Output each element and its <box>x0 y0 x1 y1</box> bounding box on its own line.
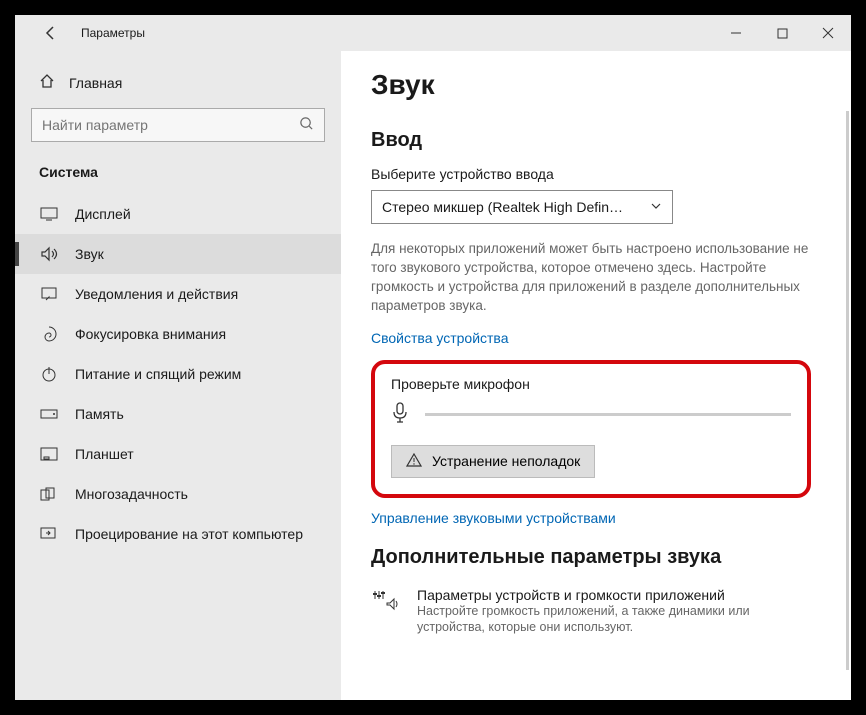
page-title: Звук <box>371 69 811 101</box>
sidebar-item-power[interactable]: Питание и спящий режим <box>15 354 341 394</box>
multitask-icon <box>39 487 59 501</box>
search-box[interactable] <box>31 108 325 142</box>
nav-label: Планшет <box>75 446 134 462</box>
back-button[interactable] <box>37 19 65 47</box>
category-label: Система <box>15 156 341 194</box>
sidebar-item-project[interactable]: Проецирование на этот компьютер <box>15 514 341 554</box>
device-properties-link[interactable]: Свойства устройства <box>371 330 811 346</box>
content-pane: Звук Ввод Выберите устройство ввода Стер… <box>341 51 851 700</box>
choose-device-label: Выберите устройство ввода <box>371 166 811 182</box>
helper-text: Для некоторых приложений может быть наст… <box>371 240 811 316</box>
input-section-title: Ввод <box>371 129 811 152</box>
sidebar-item-focus[interactable]: Фокусировка внимания <box>15 314 341 354</box>
adv-item-title: Параметры устройств и громкости приложен… <box>417 587 797 603</box>
sidebar: Главная Система Дисплей Звук <box>15 51 341 700</box>
minimize-button[interactable] <box>713 15 759 51</box>
sidebar-item-storage[interactable]: Память <box>15 394 341 434</box>
nav-label: Питание и спящий режим <box>75 366 241 382</box>
sidebar-item-tablet[interactable]: Планшет <box>15 434 341 474</box>
titlebar: Параметры <box>15 15 851 51</box>
manage-devices-link[interactable]: Управление звуковыми устройствами <box>371 510 811 526</box>
nav-label: Многозадачность <box>75 486 188 502</box>
nav-label: Фокусировка внимания <box>75 326 226 342</box>
tablet-icon <box>39 447 59 461</box>
troubleshoot-button[interactable]: Устранение неполадок <box>391 445 595 478</box>
display-icon <box>39 207 59 221</box>
warning-icon <box>406 453 422 470</box>
settings-window: Параметры Главная <box>15 15 851 700</box>
adv-item-desc: Настройте громкость приложений, а также … <box>417 603 797 636</box>
sidebar-item-display[interactable]: Дисплей <box>15 194 341 234</box>
input-device-dropdown[interactable]: Стерео микшер (Realtek High Defin… <box>371 190 673 224</box>
test-mic-label: Проверьте микрофон <box>391 376 791 392</box>
chevron-down-icon <box>650 199 662 215</box>
sidebar-item-notifications[interactable]: Уведомления и действия <box>15 274 341 314</box>
nav-label: Дисплей <box>75 206 131 222</box>
project-icon <box>39 527 59 541</box>
scrollbar[interactable] <box>846 111 849 670</box>
search-input[interactable] <box>42 117 299 133</box>
sound-icon <box>39 246 59 262</box>
maximize-button[interactable] <box>759 15 805 51</box>
close-button[interactable] <box>805 15 851 51</box>
advanced-section-title: Дополнительные параметры звука <box>371 546 811 569</box>
nav-label: Проецирование на этот компьютер <box>75 526 303 542</box>
window-title: Параметры <box>81 26 145 40</box>
highlight-box: Проверьте микрофон Устранение неполадок <box>371 360 811 498</box>
mic-level-meter <box>425 413 791 416</box>
mixer-icon <box>371 589 403 611</box>
nav-label: Звук <box>75 246 104 262</box>
sidebar-item-sound[interactable]: Звук <box>15 234 341 274</box>
nav-label: Уведомления и действия <box>75 286 238 302</box>
mic-meter-row <box>391 402 791 427</box>
sidebar-item-multitask[interactable]: Многозадачность <box>15 474 341 514</box>
app-volume-item[interactable]: Параметры устройств и громкости приложен… <box>371 587 811 636</box>
dropdown-value: Стерео микшер (Realtek High Defin… <box>382 199 650 215</box>
home-link[interactable]: Главная <box>15 63 341 102</box>
search-icon <box>299 116 314 134</box>
home-icon <box>39 73 55 92</box>
microphone-icon <box>391 402 409 427</box>
storage-icon <box>39 409 59 419</box>
focus-icon <box>39 326 59 342</box>
power-icon <box>39 366 59 382</box>
troubleshoot-label: Устранение неполадок <box>432 453 580 469</box>
home-label: Главная <box>69 75 122 91</box>
notifications-icon <box>39 286 59 302</box>
nav-label: Память <box>75 406 124 422</box>
